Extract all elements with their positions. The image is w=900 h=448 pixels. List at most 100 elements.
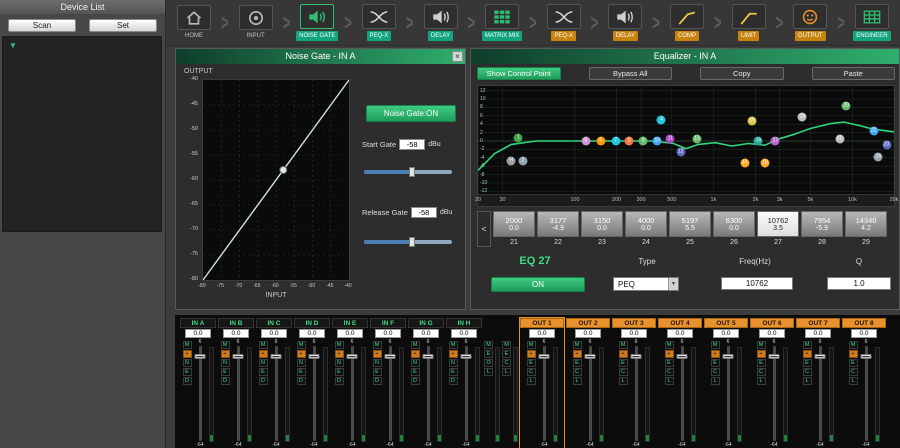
- channel-button-e[interactable]: E: [221, 368, 230, 376]
- eq-control-point-1[interactable]: 1: [514, 133, 523, 142]
- out-strip-out-4[interactable]: OUT 40.0M+ECL6-64: [658, 318, 702, 448]
- in-strip-in-h[interactable]: IN H0.0M+NED6-64: [446, 318, 482, 448]
- eq-control-point-6[interactable]: 6: [596, 137, 605, 146]
- channel-button-l[interactable]: L: [573, 377, 582, 385]
- release-gate-value[interactable]: -58: [411, 207, 437, 218]
- fader-handle[interactable]: [347, 354, 358, 359]
- fader-handle[interactable]: [309, 354, 320, 359]
- eq-band-25[interactable]: 51975.5: [669, 211, 711, 237]
- fader-track[interactable]: [681, 346, 684, 441]
- fader-track[interactable]: [237, 346, 240, 441]
- channel-button-d[interactable]: D: [449, 377, 458, 385]
- channel-button-e[interactable]: E: [619, 359, 628, 367]
- eq-control-point-20[interactable]: 20: [842, 101, 851, 110]
- channel-gain-value[interactable]: 0.0: [713, 329, 739, 338]
- toolbar-item-input[interactable]: INPUT: [233, 5, 279, 40]
- channel-button-m[interactable]: M: [335, 341, 344, 349]
- toolbar-item-matrix-mix[interactable]: MATRIX MIX: [479, 4, 525, 41]
- device-tree[interactable]: ▼: [2, 36, 162, 232]
- eq-control-point-12[interactable]: 12: [676, 147, 685, 156]
- fader-track[interactable]: [865, 346, 868, 441]
- channel-button-e[interactable]: E: [502, 350, 511, 358]
- eq-q-field[interactable]: 1.0: [827, 277, 891, 290]
- eq-band-26[interactable]: 63000.0: [713, 211, 755, 237]
- channel-fader[interactable]: 6-64: [460, 339, 473, 448]
- channel-button-plus[interactable]: +: [849, 350, 858, 358]
- channel-button-n[interactable]: N: [411, 359, 420, 367]
- channel-button-plus[interactable]: +: [335, 350, 344, 358]
- channel-fader[interactable]: 6-64: [722, 339, 735, 448]
- channel-button-e[interactable]: E: [335, 368, 344, 376]
- channel-button-d[interactable]: D: [373, 377, 382, 385]
- channel-gain-value[interactable]: 0.0: [261, 329, 287, 338]
- eq-response-chart[interactable]: 20301002003005001k2k3k5k10k20k 121086420…: [477, 85, 895, 207]
- channel-button-l[interactable]: L: [502, 368, 511, 376]
- channel-fader[interactable]: 6-64: [814, 339, 827, 448]
- eq-control-point-23[interactable]: 23: [882, 141, 891, 150]
- tree-expand-icon[interactable]: ▼: [9, 41, 17, 50]
- eq-band-23[interactable]: 31500.0: [581, 211, 623, 237]
- eq-control-point-19[interactable]: 19: [798, 113, 807, 122]
- fader-track[interactable]: [543, 346, 546, 441]
- channel-button-d[interactable]: D: [221, 377, 230, 385]
- channel-gain-value[interactable]: 0.0: [299, 329, 325, 338]
- start-gate-slider[interactable]: [364, 167, 452, 177]
- out-strip-out-1[interactable]: OUT 10.0M+ECL6-64: [520, 318, 564, 448]
- fader-handle[interactable]: [677, 354, 688, 359]
- eq-freq-field[interactable]: 10762: [721, 277, 793, 290]
- out-strip-out-3[interactable]: OUT 30.0M+ECL6-64: [612, 318, 656, 448]
- previous-bands-button[interactable]: <: [477, 211, 491, 247]
- channel-button-n[interactable]: N: [335, 359, 344, 367]
- channel-button-l[interactable]: L: [711, 377, 720, 385]
- eq-on-button[interactable]: ON: [491, 277, 585, 292]
- fader-handle[interactable]: [861, 354, 872, 359]
- channel-button-e[interactable]: E: [527, 359, 536, 367]
- fader-handle[interactable]: [539, 354, 550, 359]
- channel-button-n[interactable]: N: [221, 359, 230, 367]
- fader-handle[interactable]: [723, 354, 734, 359]
- out-strip-out-8[interactable]: OUT 80.0M+ECL6-64: [842, 318, 886, 448]
- channel-button-e[interactable]: E: [411, 368, 420, 376]
- fader-handle[interactable]: [233, 354, 244, 359]
- fader-handle[interactable]: [585, 354, 596, 359]
- out-strip-out-7[interactable]: OUT 70.0M+ECL6-64: [796, 318, 840, 448]
- channel-button-l[interactable]: L: [484, 368, 493, 376]
- channel-gain-value[interactable]: 0.0: [529, 329, 555, 338]
- channel-button-e[interactable]: E: [449, 368, 458, 376]
- eq-control-point-16[interactable]: 16: [754, 137, 763, 146]
- toolbar-item-output[interactable]: OUTPUT: [787, 4, 833, 41]
- channel-gain-value[interactable]: 0.0: [185, 329, 211, 338]
- channel-gain-value[interactable]: 0.0: [575, 329, 601, 338]
- in-strip-in-e[interactable]: IN E0.0M+NED6-64: [332, 318, 368, 448]
- eq-control-point-24[interactable]: 24: [874, 152, 883, 161]
- noise-gate-on-button[interactable]: Noise Gate:ON: [366, 105, 456, 122]
- channel-button-e[interactable]: E: [297, 368, 306, 376]
- fader-handle[interactable]: [423, 354, 434, 359]
- channel-fader[interactable]: 6-64: [676, 339, 689, 448]
- channel-fader[interactable]: 6-64: [346, 339, 359, 448]
- channel-button-plus[interactable]: +: [573, 350, 582, 358]
- channel-button-d[interactable]: D: [297, 377, 306, 385]
- eq-control-point-15[interactable]: 15: [748, 116, 757, 125]
- channel-button-plus[interactable]: +: [259, 350, 268, 358]
- channel-button-plus[interactable]: +: [803, 350, 812, 358]
- toolbar-item-comp[interactable]: COMP: [664, 4, 710, 41]
- channel-fader[interactable]: 6-64: [860, 339, 873, 448]
- toolbar-item-delay-out[interactable]: DELAY: [602, 4, 648, 41]
- channel-gain-value[interactable]: 0.0: [337, 329, 363, 338]
- eq-band-22[interactable]: 3177-4.9: [537, 211, 579, 237]
- channel-button-n[interactable]: N: [259, 359, 268, 367]
- eq-control-point-11[interactable]: 11: [666, 134, 675, 143]
- channel-button-m[interactable]: M: [449, 341, 458, 349]
- toolbar-item-peq-x-out[interactable]: PEQ-X: [541, 4, 587, 41]
- channel-button-plus[interactable]: +: [711, 350, 720, 358]
- channel-button-plus[interactable]: +: [619, 350, 628, 358]
- fader-track[interactable]: [819, 346, 822, 441]
- channel-button-l[interactable]: L: [665, 377, 674, 385]
- channel-button-c[interactable]: C: [757, 368, 766, 376]
- in-strip-in-d[interactable]: IN D0.0M+NED6-64: [294, 318, 330, 448]
- fader-handle[interactable]: [195, 354, 206, 359]
- eq-band-24[interactable]: 40000.0: [625, 211, 667, 237]
- channel-button-e[interactable]: E: [259, 368, 268, 376]
- channel-button-e[interactable]: E: [665, 359, 674, 367]
